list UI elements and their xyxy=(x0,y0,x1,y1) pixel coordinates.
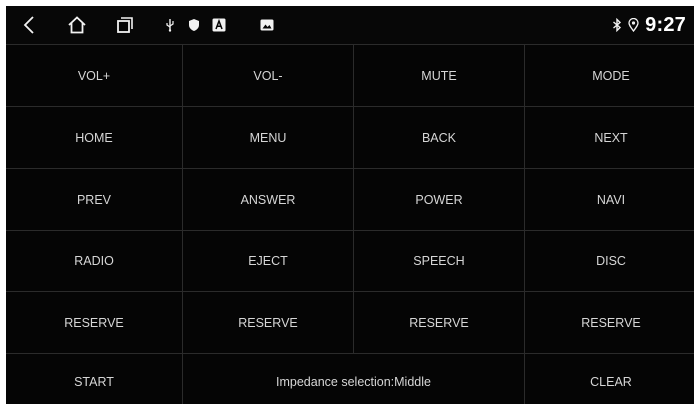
speech-button[interactable]: SPEECH xyxy=(354,231,524,291)
power-button[interactable]: POWER xyxy=(354,169,524,230)
vol-down-button[interactable]: VOL- xyxy=(183,45,353,106)
back-button[interactable]: BACK xyxy=(354,107,524,168)
menu-button[interactable]: MENU xyxy=(183,107,353,168)
screen: 9:27 VOL+ VOL- MUTE MODE HOME MENU BACK … xyxy=(6,6,694,404)
key-grid: VOL+ VOL- MUTE MODE HOME MENU BACK NEXT … xyxy=(6,44,694,404)
home-button[interactable]: HOME xyxy=(6,107,182,168)
disc-button[interactable]: DISC xyxy=(525,231,694,291)
shield-icon xyxy=(186,6,202,44)
answer-button[interactable]: ANSWER xyxy=(183,169,353,230)
location-pin-icon xyxy=(628,18,639,32)
status-bar: 9:27 xyxy=(6,6,694,44)
bluetooth-icon xyxy=(612,18,622,32)
start-button[interactable]: START xyxy=(6,354,182,404)
recent-apps-icon[interactable] xyxy=(110,6,140,44)
reserve-button-4[interactable]: RESERVE xyxy=(525,292,694,353)
mode-button[interactable]: MODE xyxy=(525,45,694,106)
status-cluster: 9:27 xyxy=(612,6,686,44)
home-icon[interactable] xyxy=(62,6,92,44)
impedance-selection-button[interactable]: Impedance selection:Middle xyxy=(183,354,524,404)
navi-button[interactable]: NAVI xyxy=(525,169,694,230)
eject-button[interactable]: EJECT xyxy=(183,231,353,291)
next-button[interactable]: NEXT xyxy=(525,107,694,168)
clear-button[interactable]: CLEAR xyxy=(525,354,694,404)
mute-button[interactable]: MUTE xyxy=(354,45,524,106)
reserve-button-3[interactable]: RESERVE xyxy=(354,292,524,353)
status-clock: 9:27 xyxy=(645,13,686,36)
vol-up-button[interactable]: VOL+ xyxy=(6,45,182,106)
radio-button[interactable]: RADIO xyxy=(6,231,182,291)
prev-button[interactable]: PREV xyxy=(6,169,182,230)
back-arrow-icon[interactable] xyxy=(14,6,44,44)
font-a-icon xyxy=(210,6,228,44)
usb-icon xyxy=(162,6,178,44)
image-icon xyxy=(258,6,276,44)
reserve-button-2[interactable]: RESERVE xyxy=(183,292,353,353)
reserve-button-1[interactable]: RESERVE xyxy=(6,292,182,353)
